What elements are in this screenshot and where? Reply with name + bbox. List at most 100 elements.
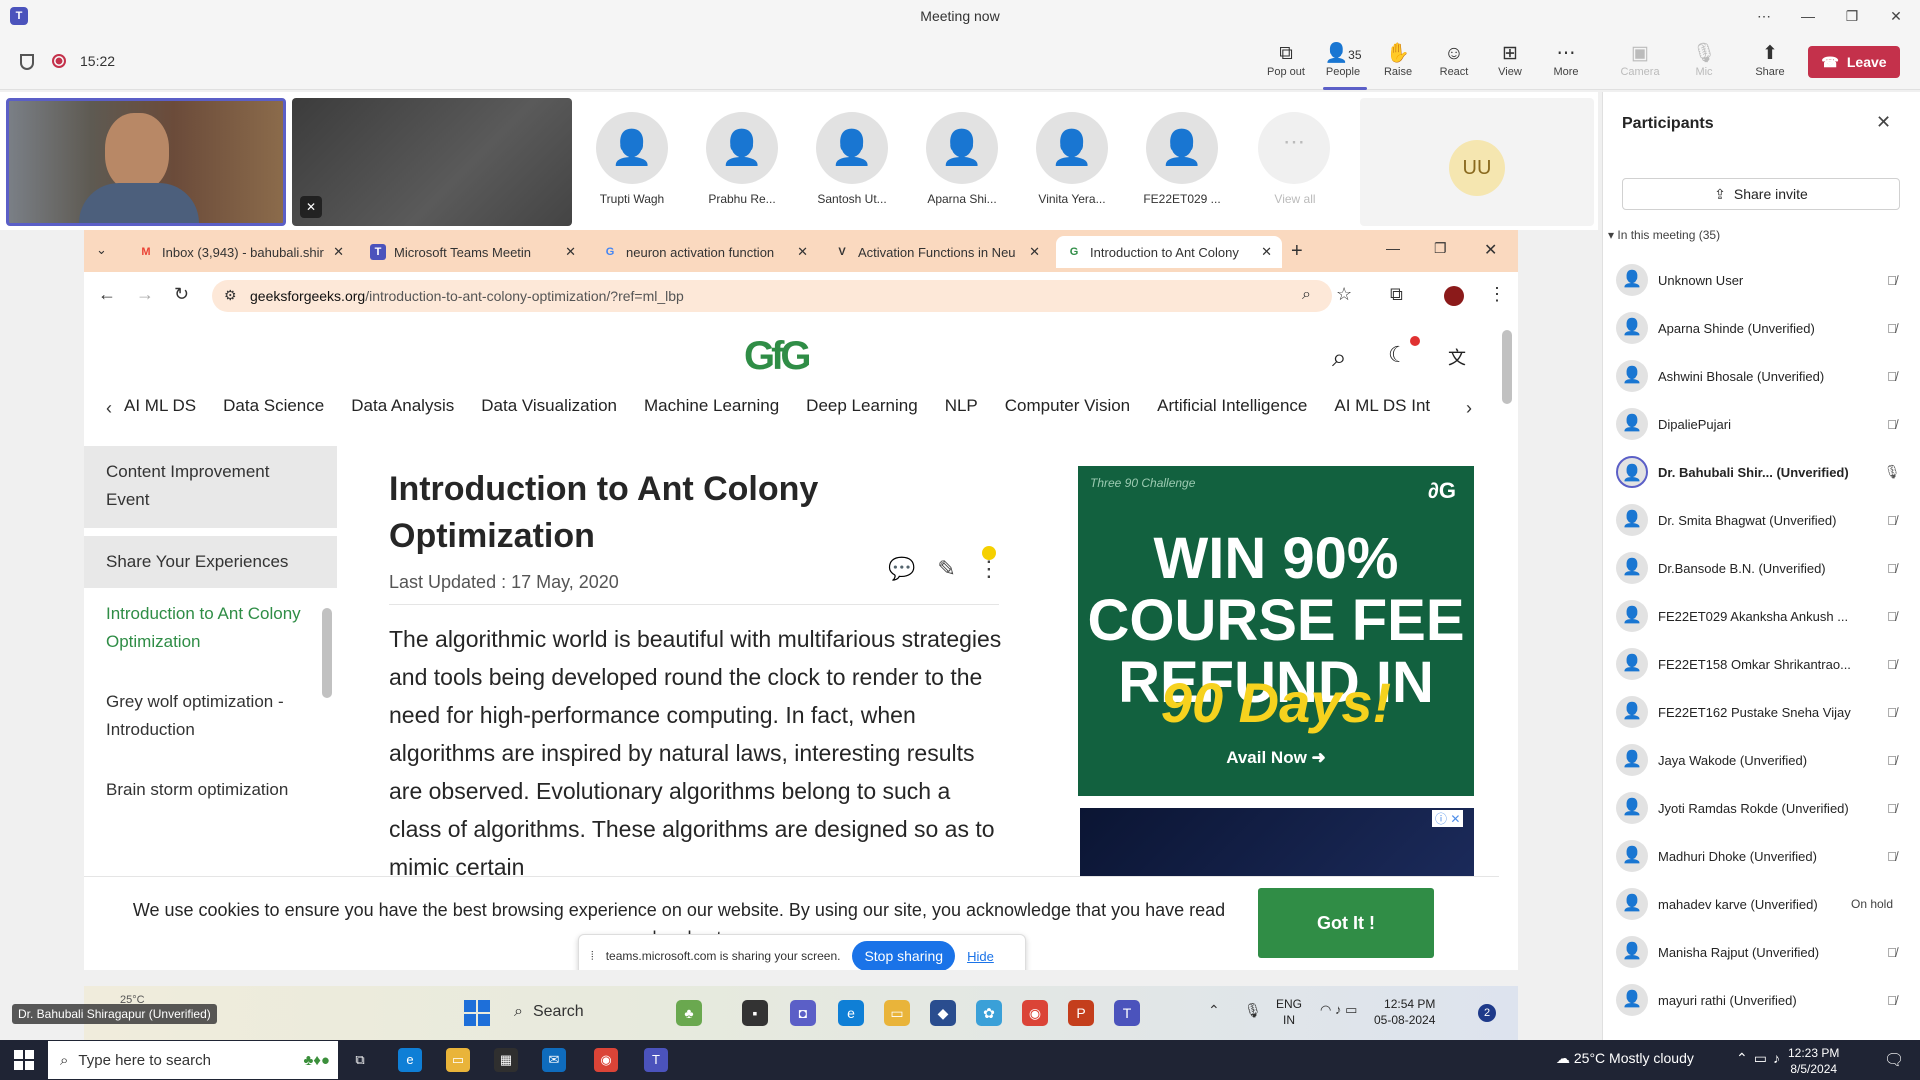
site-info-icon[interactable]: ⚙ (224, 287, 237, 304)
video-tile-speaker[interactable] (6, 98, 286, 226)
nav-item[interactable]: Data Science (223, 396, 324, 426)
more-options-icon[interactable]: ⋯ (1742, 0, 1786, 32)
browser-tab[interactable]: V Activation Functions in Neu ✕ (824, 236, 1050, 268)
participant-row[interactable]: 👤 Ashwini Bhosale (Unverified) 🎙̸ (1616, 352, 1912, 400)
sidebar-item[interactable]: Grey wolf optimization - Introduction (106, 688, 316, 744)
file-explorer-icon[interactable]: ▭ (884, 1000, 910, 1026)
browser-restore-icon[interactable]: ❐ (1434, 240, 1447, 257)
close-tab-icon[interactable]: ✕ (797, 244, 808, 260)
chrome-icon[interactable]: ◉ (1022, 1000, 1048, 1026)
drag-handle-icon[interactable]: ⦙ (591, 949, 594, 964)
raise-hand-button[interactable]: ✋ Raise (1370, 42, 1426, 78)
share-invite-button[interactable]: ⇪ Share invite (1622, 178, 1900, 210)
leave-button[interactable]: ☎ Leave (1808, 46, 1900, 78)
nav-item[interactable]: AI ML DS Int (1334, 396, 1430, 426)
task-view-icon[interactable]: ⧉ (348, 1048, 372, 1072)
stop-sharing-button[interactable]: Stop sharing (852, 941, 956, 971)
sidebar-scrollbar[interactable] (322, 608, 332, 698)
nav-item[interactable]: Machine Learning (644, 396, 779, 426)
back-icon[interactable]: ← (98, 284, 116, 305)
task-view-icon[interactable]: ▪ (742, 1000, 768, 1026)
edge-icon[interactable]: e (838, 1000, 864, 1026)
participant-row[interactable]: 👤 Jaya Wakode (Unverified) 🎙̸ (1616, 736, 1912, 784)
close-tab-icon[interactable]: ✕ (333, 244, 344, 260)
advertisement-banner[interactable]: Three 90 Challenge ∂G WIN 90% COURSE FEE… (1078, 466, 1474, 796)
participant-avatar-2[interactable]: 👤 (706, 112, 778, 184)
people-button[interactable]: 👤35 People (1315, 42, 1371, 78)
teams-icon[interactable]: T (644, 1048, 668, 1072)
system-tray-icons[interactable]: ⌃▭♪ (1736, 1050, 1786, 1067)
start-icon[interactable] (14, 1050, 34, 1070)
minimize-button[interactable]: — (1786, 0, 1830, 32)
tray-chevron-icon[interactable]: ⌃ (1208, 1002, 1220, 1019)
participant-row[interactable]: 👤 FE22ET029 Akanksha Ankush ... 🎙̸ (1616, 592, 1912, 640)
participant-row[interactable]: 👤 Manisha Rajput (Unverified) 🎙̸ (1616, 928, 1912, 976)
tray-network-icon[interactable]: ◠ ♪ ▭ (1320, 1002, 1357, 1018)
close-tab-icon[interactable]: ✕ (565, 244, 576, 260)
share-button[interactable]: ⬆ Share (1742, 42, 1798, 78)
hide-link[interactable]: Hide (967, 949, 994, 964)
translate-icon[interactable]: 文 (1448, 344, 1466, 370)
advertisement-banner-2[interactable] (1080, 808, 1474, 876)
nav-item[interactable]: Computer Vision (1005, 396, 1130, 426)
sidebar-item[interactable]: Brain storm optimization (106, 776, 316, 804)
edit-icon[interactable]: ✎ (937, 556, 955, 582)
participant-row[interactable]: 👤 DipaliePujari 🎙̸ (1616, 400, 1912, 448)
nav-item[interactable]: Artificial Intelligence (1157, 396, 1307, 426)
browser-tab[interactable]: Gneuron activation function ✕ (592, 236, 818, 268)
nav-item[interactable]: Data Analysis (351, 396, 454, 426)
nav-item[interactable]: NLP (945, 396, 978, 426)
shared-start-icon[interactable] (464, 1000, 490, 1026)
chat-icon[interactable]: ◘ (790, 1000, 816, 1026)
app2-icon[interactable]: ✿ (976, 1000, 1002, 1026)
restore-button[interactable]: ❐ (1830, 0, 1874, 32)
view-all-label[interactable]: View all (1240, 192, 1350, 206)
camera-button[interactable]: ▣ Camera (1612, 42, 1668, 78)
participant-row[interactable]: 👤 Jyoti Ramdas Rokde (Unverified) 🎙̸ (1616, 784, 1912, 832)
store-icon[interactable]: ▦ (494, 1048, 518, 1072)
video-tile-blurred[interactable]: ✕ (292, 98, 572, 226)
participant-row[interactable]: 👤 Dr. Smita Bhagwat (Unverified) 🎙̸ (1616, 496, 1912, 544)
participant-row[interactable]: 👤 Unknown User 🎙̸ (1616, 256, 1912, 304)
taskbar-search[interactable]: ⌕ Type here to search ♣♦● (48, 1041, 338, 1079)
chrome-icon[interactable]: ◉ (594, 1048, 618, 1072)
browser-minimize-icon[interactable]: — (1386, 240, 1400, 256)
participant-avatar-6[interactable]: 👤 (1146, 112, 1218, 184)
sidebar-content-improvement[interactable]: Content Improvement Event (84, 446, 337, 528)
participant-row[interactable]: 👤 mahadev karve (Unverified) On hold (1616, 880, 1912, 928)
pop-out-button[interactable]: ⧉ Pop out (1258, 42, 1314, 78)
participant-avatar-5[interactable]: 👤 (1036, 112, 1108, 184)
notifications-icon[interactable]: 🗨 (1884, 1050, 1904, 1070)
sidebar-item-active[interactable]: Introduction to Ant Colony Optimization (106, 600, 316, 656)
taskbar-clock[interactable]: 12:23 PM 8/5/2024 (1788, 1045, 1839, 1077)
shared-language[interactable]: ENG IN (1276, 996, 1302, 1028)
bookmark-star-icon[interactable]: ☆ (1336, 284, 1352, 305)
got-it-button[interactable]: Got It ! (1258, 888, 1434, 958)
close-panel-icon[interactable]: ✕ (1876, 112, 1891, 133)
browser-tab[interactable]: T Microsoft Teams Meetin ✕ (360, 236, 586, 268)
participant-row[interactable]: 👤 mayuri rathi (Unverified) 🎙̸ (1616, 976, 1912, 1024)
zoom-icon[interactable]: ⌕ (1302, 286, 1311, 304)
extensions-icon[interactable]: ⧉ (1390, 284, 1403, 305)
sidebar-share-experiences[interactable]: Share Your Experiences (84, 536, 337, 588)
page-scrollbar[interactable] (1502, 330, 1512, 404)
participant-avatar-3[interactable]: 👤 (816, 112, 888, 184)
ad-choices-icon[interactable]: ⓘ ✕ (1432, 810, 1464, 827)
browser-menu-icon[interactable]: ⋮ (1488, 284, 1506, 305)
participant-row[interactable]: 👤 Madhuri Dhoke (Unverified) 🎙̸ (1616, 832, 1912, 880)
in-meeting-section-toggle[interactable]: ▾ In this meeting (35) (1608, 228, 1720, 242)
comment-icon[interactable]: 💬 (888, 556, 915, 582)
taskbar-weather[interactable]: ☁ 25°C Mostly cloudy (1556, 1050, 1694, 1067)
nav-prev-icon[interactable]: ‹ (106, 398, 112, 419)
search-icon[interactable]: ⌕ (1332, 342, 1347, 374)
profile-avatar[interactable] (1444, 286, 1464, 306)
view-all-icon[interactable]: ⋯ (1258, 112, 1330, 184)
browser-close-icon[interactable]: ✕ (1484, 240, 1497, 260)
forward-icon[interactable]: → (136, 284, 154, 305)
tab-search-icon[interactable]: ⌄ (96, 242, 107, 258)
horizontal-scrollbar[interactable] (84, 970, 1518, 986)
shared-clock[interactable]: 12:54 PM 05-08-2024 (1374, 996, 1435, 1028)
participant-avatar-1[interactable]: 👤 (596, 112, 668, 184)
ad-cta[interactable]: Avail Now ➜ (1078, 748, 1474, 768)
browser-tab-active[interactable]: G Introduction to Ant Colony ✕ (1056, 236, 1282, 268)
